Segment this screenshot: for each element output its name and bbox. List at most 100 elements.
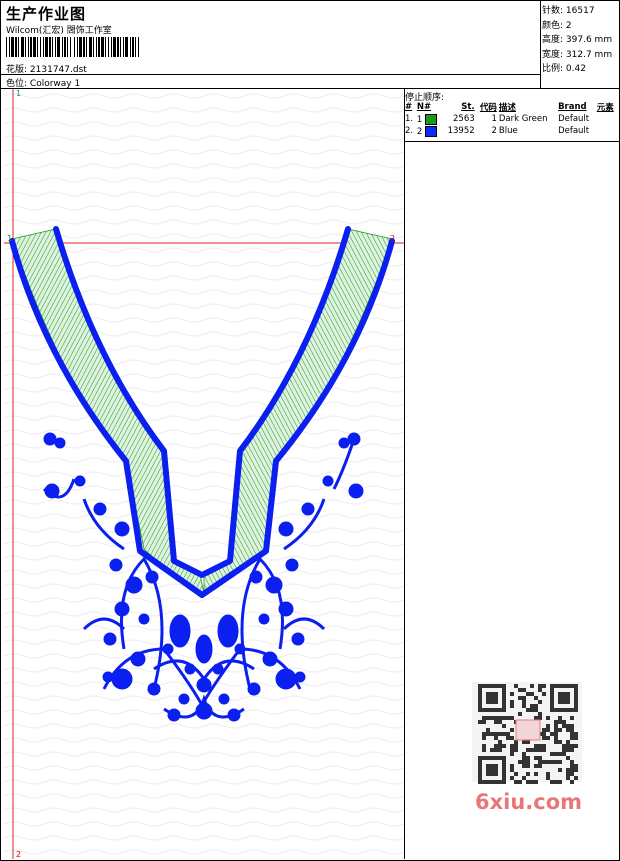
design-label: 花版:	[6, 65, 28, 75]
qr-module	[510, 768, 514, 772]
barcode-bar	[83, 37, 85, 57]
qr-module	[526, 756, 530, 760]
qr-module	[510, 764, 514, 768]
qr-module	[522, 756, 526, 760]
barcode-bar	[67, 37, 68, 57]
qr-module	[546, 772, 550, 776]
colorway-info: 色位: Colorway 1	[6, 76, 80, 89]
qr-module	[538, 716, 542, 720]
barcode-bar	[74, 37, 75, 57]
qr-module	[546, 716, 550, 720]
barcode-bar	[45, 37, 48, 57]
qr-module	[570, 764, 574, 768]
qr-module	[502, 724, 506, 728]
embroidery-preview: 1 2 1 2	[4, 89, 404, 859]
table-row[interactable]: 1. 1 2563 1 Dark Green Default	[404, 113, 618, 125]
qr-module	[534, 704, 538, 708]
barcode-bar	[135, 37, 136, 57]
barcode-bar	[30, 37, 32, 57]
qr-module	[550, 780, 554, 784]
qr-module	[498, 740, 502, 744]
marker-left-cross: 1	[7, 234, 12, 243]
qr-module	[522, 688, 526, 692]
header-divider-vertical	[540, 1, 541, 88]
colorway-label: 色位:	[6, 79, 28, 89]
qr-module	[510, 728, 514, 732]
stat-scale: 比例: 0.42	[542, 64, 586, 75]
barcode-bar	[125, 37, 128, 57]
qr-module	[554, 752, 558, 756]
panel-divider	[404, 88, 405, 859]
qr-module	[494, 732, 498, 736]
qr-module	[554, 728, 558, 732]
qr-module	[534, 696, 538, 700]
qr-module	[558, 716, 562, 720]
barcode-bar	[132, 37, 134, 57]
qr-module	[570, 760, 574, 764]
qr-module	[566, 772, 570, 776]
qr-module	[562, 724, 566, 728]
qr-module	[558, 752, 562, 756]
qr-module	[538, 744, 542, 748]
qr-module	[514, 744, 518, 748]
barcode-bar	[101, 37, 104, 57]
fabric-background	[4, 89, 404, 859]
barcode-bar	[117, 37, 119, 57]
qr-module	[550, 760, 554, 764]
barcode-bar	[18, 37, 19, 57]
qr-module	[566, 740, 570, 744]
qr-module	[526, 764, 530, 768]
qr-module	[490, 716, 494, 720]
qr-module	[498, 720, 502, 724]
qr-module	[566, 728, 570, 732]
qr-module	[562, 720, 566, 724]
qr-module	[570, 732, 574, 736]
qr-module	[494, 744, 498, 748]
col-stitches: St.	[461, 102, 475, 112]
qr-module	[542, 732, 546, 736]
qr-module	[554, 780, 558, 784]
qr-module	[558, 728, 562, 732]
barcode-bar	[93, 37, 94, 57]
qr-module	[554, 720, 558, 724]
qr-module	[530, 692, 534, 696]
qr-module	[482, 736, 486, 740]
qr-module	[534, 716, 538, 720]
company-name: Wilcom(汇宏) 䦓饰工作室	[6, 26, 112, 36]
barcode-bar	[96, 37, 97, 57]
qr-module	[542, 748, 546, 752]
qr-module	[510, 748, 514, 752]
qr-module	[510, 736, 514, 740]
watermark-text: 6xiu.com	[475, 790, 583, 814]
qr-module	[546, 728, 550, 732]
color-swatch	[424, 125, 437, 137]
barcode-bar	[79, 37, 82, 57]
stat-height: 高度: 397.6 mm	[542, 35, 613, 46]
qr-module	[518, 712, 522, 716]
qr-module	[574, 776, 578, 780]
qr-finder	[486, 692, 498, 704]
qr-module	[546, 776, 550, 780]
col-desc: 描述	[498, 103, 516, 113]
qr-module	[558, 760, 562, 764]
qr-module	[566, 744, 570, 748]
qr-module	[482, 716, 486, 720]
qr-module	[558, 768, 562, 772]
qr-module	[510, 692, 514, 696]
qr-module	[562, 748, 566, 752]
qr-module	[530, 780, 534, 784]
qr-module	[538, 700, 542, 704]
qr-module	[554, 736, 558, 740]
barcode-bar	[130, 37, 131, 57]
qr-module	[522, 740, 526, 744]
barcode-bar	[70, 37, 71, 57]
qr-module	[542, 744, 546, 748]
col-code: 代码	[479, 103, 497, 113]
table-row[interactable]: 2. 2 13952 2 Blue Default	[404, 125, 618, 137]
barcode-bar	[11, 37, 14, 57]
qr-module	[542, 760, 546, 764]
qr-module	[506, 732, 510, 736]
qr-module	[498, 748, 502, 752]
qr-module	[494, 716, 498, 720]
barcode-bar	[28, 37, 29, 57]
